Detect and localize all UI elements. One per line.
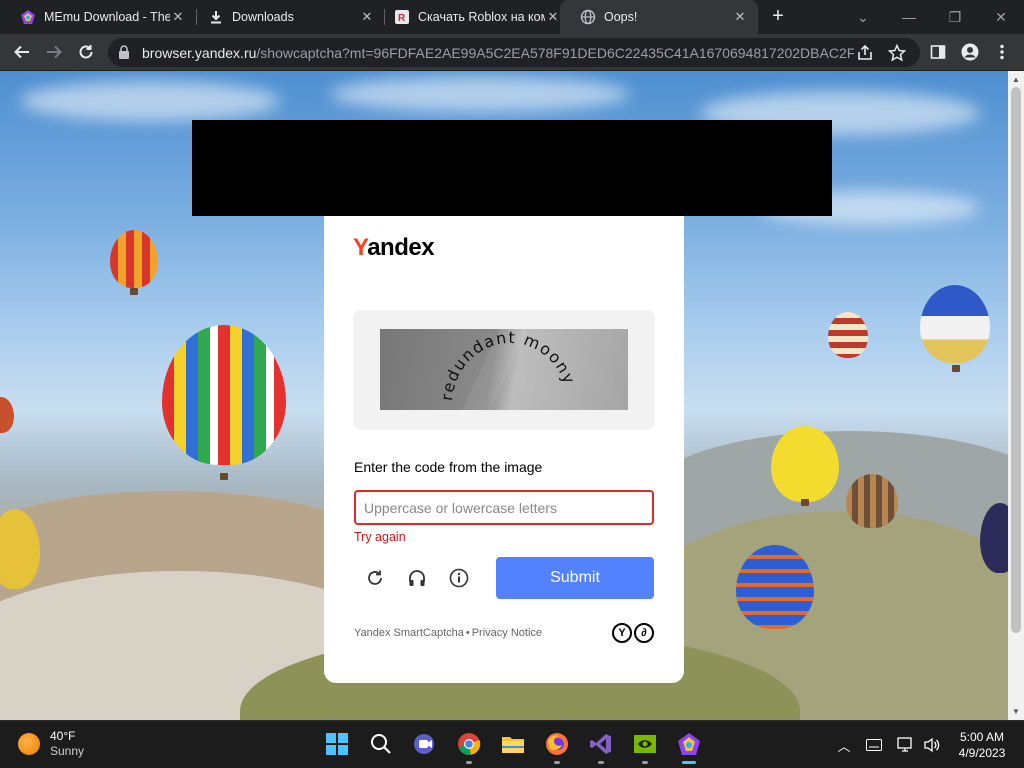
page-scrollbar[interactable]: ▲ ▼ xyxy=(1008,71,1024,720)
keyboard-icon[interactable] xyxy=(864,735,884,755)
captcha-card: Yandex redundant moony Enter the code fr… xyxy=(324,216,684,683)
weather-widget[interactable]: 40°F Sunny xyxy=(18,729,84,759)
address-bar[interactable]: browser.yandex.ru/showcaptcha?mt=96FDFAE… xyxy=(108,38,920,67)
balloon-image xyxy=(846,474,898,528)
audio-captcha-icon[interactable] xyxy=(405,566,429,590)
new-tab-button[interactable]: + xyxy=(766,5,790,29)
close-icon[interactable]: ✕ xyxy=(545,9,561,25)
chrome-icon[interactable] xyxy=(456,731,482,757)
tab-oops[interactable]: Oops! ✕ xyxy=(560,0,758,34)
yandex-brand-marks: Y ∂ xyxy=(612,623,654,643)
scroll-up-icon[interactable]: ▲ xyxy=(1012,75,1020,84)
lock-icon[interactable] xyxy=(118,45,130,64)
file-explorer-icon[interactable] xyxy=(500,731,526,757)
restore-button[interactable]: ❐ xyxy=(932,0,978,34)
sun-icon xyxy=(18,733,40,755)
tab-title: Oops! xyxy=(604,10,638,24)
captcha-image: redundant moony xyxy=(380,329,628,410)
forward-button[interactable] xyxy=(40,38,68,66)
share-icon[interactable] xyxy=(856,44,874,62)
taskbar-clock[interactable]: 5:00 AM 4/9/2023 xyxy=(944,729,1020,761)
memu-icon xyxy=(20,9,36,25)
captcha-error-message: Try again xyxy=(354,530,406,544)
footer-separator: • xyxy=(465,627,470,639)
meet-icon[interactable] xyxy=(412,731,438,757)
balloon-image xyxy=(771,426,839,502)
weather-condition: Sunny xyxy=(50,744,85,758)
tab-search-chevron-icon[interactable]: ⌄ xyxy=(840,0,886,34)
memu-icon[interactable] xyxy=(676,731,702,757)
menu-kebab-icon[interactable] xyxy=(988,38,1016,66)
privacy-notice-link[interactable]: Privacy Notice xyxy=(472,627,542,639)
info-icon[interactable] xyxy=(447,566,471,590)
page-viewport: Yandex redundant moony Enter the code fr… xyxy=(0,71,1008,720)
balloon-image xyxy=(736,545,814,629)
captcha-image-frame: redundant moony xyxy=(353,310,655,430)
search-icon[interactable] xyxy=(368,731,394,757)
visual-studio-icon[interactable] xyxy=(588,731,614,757)
side-panel-icon[interactable] xyxy=(924,38,952,66)
back-button[interactable] xyxy=(8,38,36,66)
bookmark-star-icon[interactable] xyxy=(887,43,907,62)
captcha-prompt: Enter the code from the image xyxy=(354,459,543,475)
globe-icon xyxy=(580,9,596,25)
weather-temperature: 40°F xyxy=(50,729,76,743)
yandex-logo: Yandex xyxy=(353,234,435,261)
submit-button[interactable]: Submit xyxy=(496,557,654,599)
tab-title: MEmu Download - The xyxy=(44,10,170,24)
windows-start-icon[interactable] xyxy=(324,731,350,757)
balloon-image xyxy=(162,325,286,465)
smartcaptcha-link[interactable]: Yandex SmartCaptcha xyxy=(354,627,464,639)
balloon-image xyxy=(920,285,990,363)
redacted-banner xyxy=(192,120,832,216)
svg-text:R: R xyxy=(398,13,406,24)
volume-icon[interactable] xyxy=(922,735,942,755)
balloon-image xyxy=(0,397,14,433)
close-icon[interactable]: ✕ xyxy=(170,9,186,25)
tab-strip: MEmu Download - The ✕ Downloads ✕ R Скач… xyxy=(0,0,1024,34)
reload-button[interactable] xyxy=(72,38,100,66)
captcha-footer: Yandex SmartCaptcha • Privacy Notice xyxy=(354,627,542,639)
roblox-icon: R xyxy=(394,9,410,25)
close-icon[interactable]: ✕ xyxy=(732,9,748,25)
scroll-down-icon[interactable]: ▼ xyxy=(1012,707,1020,716)
yandex-y-icon: Y xyxy=(612,623,632,643)
close-icon[interactable]: ✕ xyxy=(359,9,375,25)
tab-memu[interactable]: MEmu Download - The ✕ xyxy=(0,0,196,34)
firefox-icon[interactable] xyxy=(544,731,570,757)
windows-taskbar: 40°F Sunny ︿ 5:00 AM 4/9/2023 xyxy=(0,720,1024,768)
close-window-button[interactable]: ✕ xyxy=(978,0,1024,34)
download-icon xyxy=(208,9,224,25)
minimize-button[interactable]: — xyxy=(886,0,932,34)
nvidia-icon[interactable] xyxy=(632,731,658,757)
clock-date: 4/9/2023 xyxy=(958,746,1006,760)
browser-toolbar: browser.yandex.ru/showcaptcha?mt=96FDFAE… xyxy=(0,34,1024,71)
yandex-cloud-icon: ∂ xyxy=(634,623,654,643)
scrollbar-thumb[interactable] xyxy=(1011,87,1021,633)
balloon-image xyxy=(828,312,868,358)
refresh-captcha-icon[interactable] xyxy=(363,566,387,590)
balloon-image xyxy=(110,230,158,288)
tray-overflow-chevron-icon[interactable]: ︿ xyxy=(834,735,854,755)
tab-downloads[interactable]: Downloads ✕ xyxy=(188,0,385,34)
captcha-answer-input[interactable] xyxy=(354,490,654,525)
network-icon[interactable] xyxy=(896,735,916,755)
tab-title: Скачать Roblox на ком xyxy=(418,10,545,24)
clock-time: 5:00 AM xyxy=(959,730,1005,744)
tab-title: Downloads xyxy=(232,10,294,24)
tab-roblox[interactable]: R Скачать Roblox на ком ✕ xyxy=(374,0,571,34)
profile-avatar-icon[interactable] xyxy=(956,38,984,66)
url-text: browser.yandex.ru/showcaptcha?mt=96FDFAE… xyxy=(142,45,854,61)
